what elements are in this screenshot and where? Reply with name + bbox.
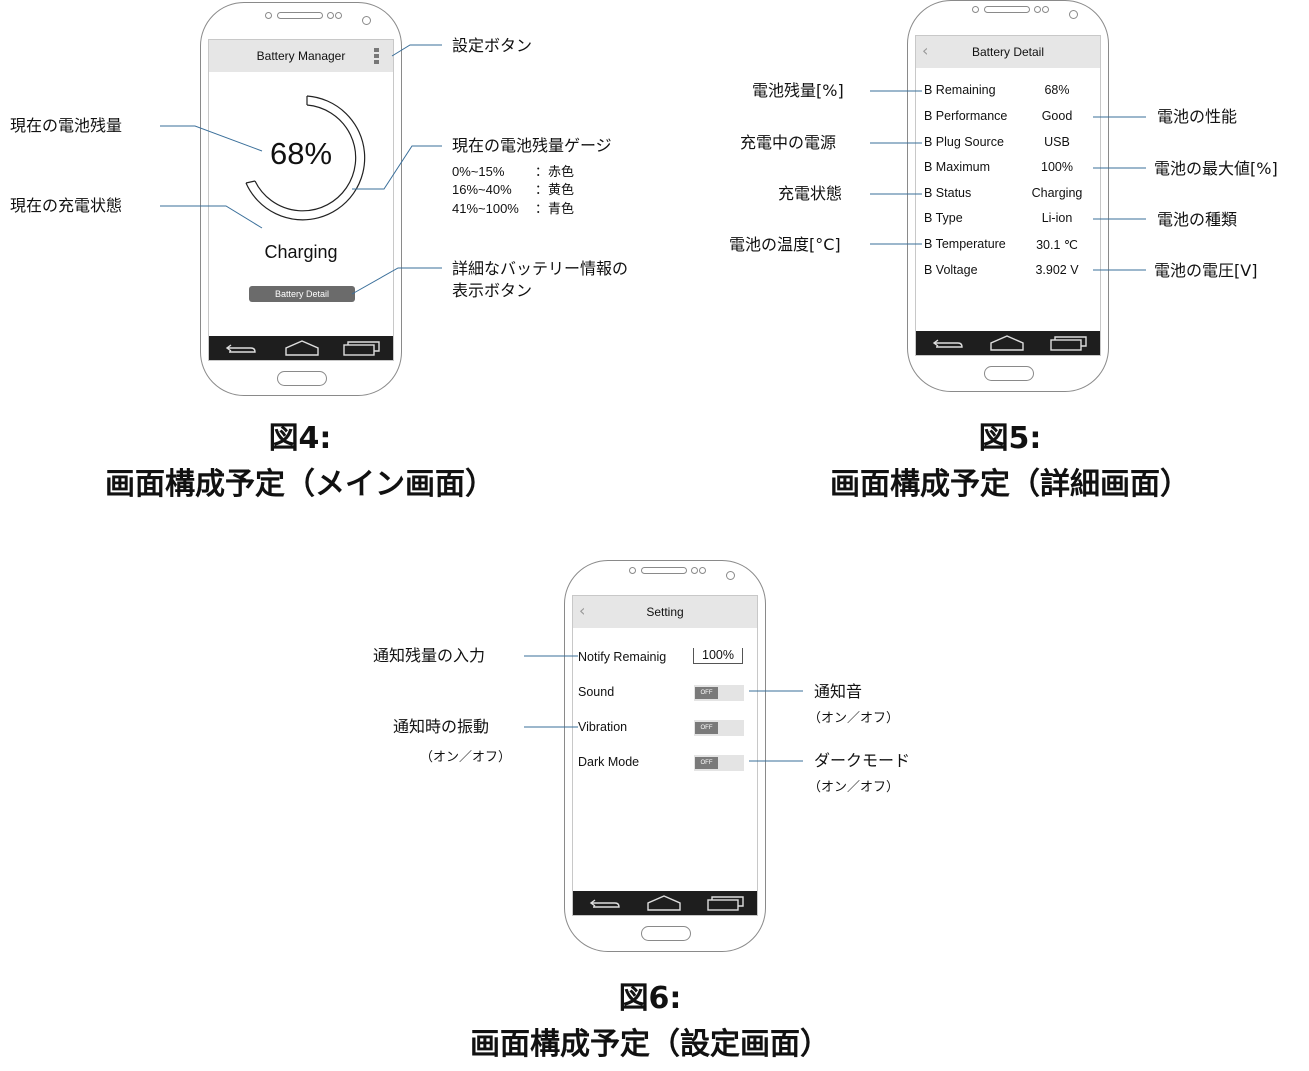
- leader-gauge: [352, 145, 442, 190]
- leader-detail-button: [351, 267, 442, 295]
- leader-remaining: [160, 125, 263, 152]
- leader-charge-state: [160, 205, 263, 229]
- callout-leader-lines: [160, 44, 1146, 762]
- leader-settings: [391, 44, 442, 57]
